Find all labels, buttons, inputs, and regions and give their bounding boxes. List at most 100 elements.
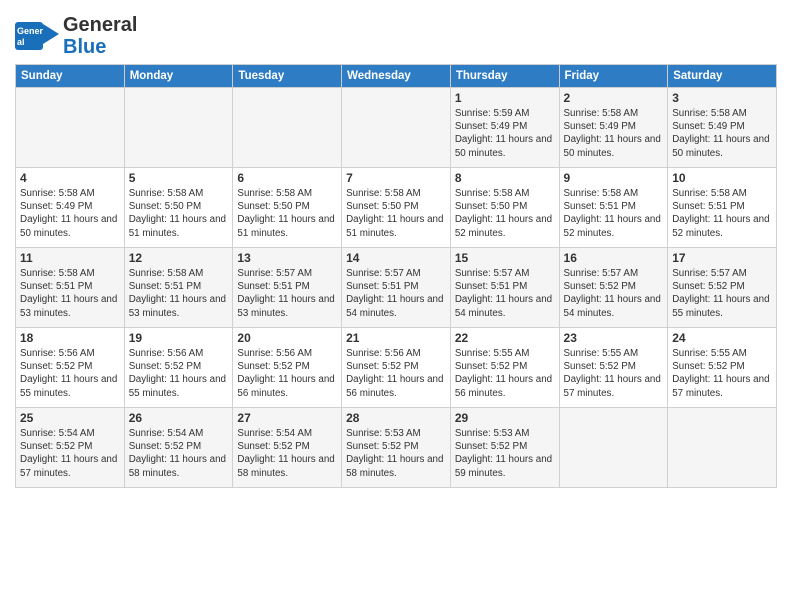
calendar-table: SundayMondayTuesdayWednesdayThursdayFrid… [15, 64, 777, 488]
day-number: 11 [20, 251, 120, 265]
day-number: 20 [237, 331, 337, 345]
calendar-cell: 16 Sunrise: 5:57 AMSunset: 5:52 PMDayligh… [559, 248, 668, 328]
svg-text:Gener: Gener [17, 26, 44, 36]
day-number: 15 [455, 251, 555, 265]
calendar-week-3: 11 Sunrise: 5:58 AMSunset: 5:51 PMDayligh… [16, 248, 777, 328]
weekday-header-monday: Monday [124, 65, 233, 88]
calendar-cell: 15 Sunrise: 5:57 AMSunset: 5:51 PMDayligh… [450, 248, 559, 328]
day-info: Sunrise: 5:56 AMSunset: 5:52 PMDaylight:… [129, 347, 229, 400]
day-number: 12 [129, 251, 229, 265]
day-number: 22 [455, 331, 555, 345]
day-info: Sunrise: 5:58 AMSunset: 5:50 PMDaylight:… [346, 187, 446, 240]
calendar-cell: 8 Sunrise: 5:58 AMSunset: 5:50 PMDaylight… [450, 168, 559, 248]
day-number: 9 [564, 171, 664, 185]
weekday-header-thursday: Thursday [450, 65, 559, 88]
day-number: 10 [672, 171, 772, 185]
day-number: 3 [672, 91, 772, 105]
calendar-week-5: 25 Sunrise: 5:54 AMSunset: 5:52 PMDayligh… [16, 408, 777, 488]
weekday-header-sunday: Sunday [16, 65, 125, 88]
day-info: Sunrise: 5:56 AMSunset: 5:52 PMDaylight:… [346, 347, 446, 400]
calendar-cell: 3Sunrise: 5:58 AMSunset: 5:49 PMDaylight… [668, 88, 777, 168]
day-info: Sunrise: 5:58 AMSunset: 5:51 PMDaylight:… [564, 187, 664, 240]
day-info: Sunrise: 5:58 AMSunset: 5:51 PMDaylight:… [20, 267, 120, 320]
day-info: Sunrise: 5:53 AMSunset: 5:52 PMDaylight:… [455, 427, 555, 480]
day-info: Sunrise: 5:58 AMSunset: 5:50 PMDaylight:… [237, 187, 337, 240]
day-info: Sunrise: 5:58 AMSunset: 5:51 PMDaylight:… [672, 187, 772, 240]
day-number: 25 [20, 411, 120, 425]
day-number: 17 [672, 251, 772, 265]
day-info: Sunrise: 5:57 AMSunset: 5:51 PMDaylight:… [346, 267, 446, 320]
calendar-cell: 9 Sunrise: 5:58 AMSunset: 5:51 PMDaylight… [559, 168, 668, 248]
calendar-cell: 18Sunrise: 5:56 AMSunset: 5:52 PMDayligh… [16, 328, 125, 408]
calendar-cell: 4Sunrise: 5:58 AMSunset: 5:49 PMDaylight… [16, 168, 125, 248]
calendar-cell: 6Sunrise: 5:58 AMSunset: 5:50 PMDaylight… [233, 168, 342, 248]
day-info: Sunrise: 5:55 AMSunset: 5:52 PMDaylight:… [672, 347, 772, 400]
calendar-week-1: 1 Sunrise: 5:59 AMSunset: 5:49 PMDaylight… [16, 88, 777, 168]
calendar-cell: 28 Sunrise: 5:53 AMSunset: 5:52 PMDayligh… [342, 408, 451, 488]
calendar-cell: 24 Sunrise: 5:55 AMSunset: 5:52 PMDayligh… [668, 328, 777, 408]
calendar-cell: 7 Sunrise: 5:58 AMSunset: 5:50 PMDaylight… [342, 168, 451, 248]
calendar-week-4: 18 Sunrise: 5:56 AMSunset: 5:52 PMDayligh… [16, 328, 777, 408]
calendar-cell: 13 Sunrise: 5:57 AMSunset: 5:51 PMDayligh… [233, 248, 342, 328]
day-number: 28 [346, 411, 446, 425]
day-info: Sunrise: 5:54 AMSunset: 5:52 PMDaylight:… [237, 427, 337, 480]
calendar-cell: 14 Sunrise: 5:57 AMSunset: 5:51 PMDayligh… [342, 248, 451, 328]
day-number: 19 [129, 331, 229, 345]
day-info: Sunrise: 5:58 AMSunset: 5:50 PMDaylight:… [455, 187, 555, 240]
weekday-header-friday: Friday [559, 65, 668, 88]
day-number: 23 [564, 331, 664, 345]
calendar-cell [559, 408, 668, 488]
calendar-cell: 26Sunrise: 5:54 AMSunset: 5:52 PMDayligh… [124, 408, 233, 488]
day-info: Sunrise: 5:57 AMSunset: 5:52 PMDaylight:… [672, 267, 772, 320]
day-info: Sunrise: 5:55 AMSunset: 5:52 PMDaylight:… [564, 347, 664, 400]
day-number: 18 [20, 331, 120, 345]
day-info: Sunrise: 5:58 AMSunset: 5:49 PMDaylight:… [20, 187, 120, 240]
day-info: Sunrise: 5:58 AMSunset: 5:49 PMDaylight:… [564, 107, 664, 160]
calendar-cell: 2Sunrise: 5:58 AMSunset: 5:49 PMDaylight… [559, 88, 668, 168]
day-info: Sunrise: 5:56 AMSunset: 5:52 PMDaylight:… [237, 347, 337, 400]
calendar-week-2: 4Sunrise: 5:58 AMSunset: 5:49 PMDaylight… [16, 168, 777, 248]
calendar-cell [124, 88, 233, 168]
day-info: Sunrise: 5:58 AMSunset: 5:51 PMDaylight:… [129, 267, 229, 320]
calendar-cell: 11 Sunrise: 5:58 AMSunset: 5:51 PMDayligh… [16, 248, 125, 328]
calendar-cell [233, 88, 342, 168]
weekday-header-saturday: Saturday [668, 65, 777, 88]
weekday-header-wednesday: Wednesday [342, 65, 451, 88]
calendar-cell: 25 Sunrise: 5:54 AMSunset: 5:52 PMDayligh… [16, 408, 125, 488]
day-info: Sunrise: 5:57 AMSunset: 5:51 PMDaylight:… [237, 267, 337, 320]
day-number: 24 [672, 331, 772, 345]
calendar-cell: 22Sunrise: 5:55 AMSunset: 5:52 PMDayligh… [450, 328, 559, 408]
day-number: 7 [346, 171, 446, 185]
day-number: 16 [564, 251, 664, 265]
day-info: Sunrise: 5:57 AMSunset: 5:51 PMDaylight:… [455, 267, 555, 320]
header: Gener al General Blue [15, 10, 777, 58]
calendar-cell: 17 Sunrise: 5:57 AMSunset: 5:52 PMDayligh… [668, 248, 777, 328]
day-number: 1 [455, 91, 555, 105]
calendar-cell: 5 Sunrise: 5:58 AMSunset: 5:50 PMDaylight… [124, 168, 233, 248]
calendar-cell: 21 Sunrise: 5:56 AMSunset: 5:52 PMDayligh… [342, 328, 451, 408]
calendar-cell: 27 Sunrise: 5:54 AMSunset: 5:52 PMDayligh… [233, 408, 342, 488]
calendar-cell: 20 Sunrise: 5:56 AMSunset: 5:52 PMDayligh… [233, 328, 342, 408]
day-info: Sunrise: 5:57 AMSunset: 5:52 PMDaylight:… [564, 267, 664, 320]
calendar-cell: 23 Sunrise: 5:55 AMSunset: 5:52 PMDayligh… [559, 328, 668, 408]
day-number: 8 [455, 171, 555, 185]
day-info: Sunrise: 5:59 AMSunset: 5:49 PMDaylight:… [455, 107, 555, 160]
day-info: Sunrise: 5:54 AMSunset: 5:52 PMDaylight:… [129, 427, 229, 480]
calendar-cell: 10 Sunrise: 5:58 AMSunset: 5:51 PMDayligh… [668, 168, 777, 248]
day-number: 29 [455, 411, 555, 425]
day-number: 14 [346, 251, 446, 265]
day-number: 13 [237, 251, 337, 265]
svg-text:al: al [17, 37, 25, 47]
day-info: Sunrise: 5:54 AMSunset: 5:52 PMDaylight:… [20, 427, 120, 480]
logo-general: General [63, 14, 137, 36]
calendar-cell [16, 88, 125, 168]
day-number: 21 [346, 331, 446, 345]
day-number: 5 [129, 171, 229, 185]
calendar-cell: 1 Sunrise: 5:59 AMSunset: 5:49 PMDaylight… [450, 88, 559, 168]
calendar-cell [668, 408, 777, 488]
logo-blue: Blue [63, 36, 137, 58]
day-info: Sunrise: 5:53 AMSunset: 5:52 PMDaylight:… [346, 427, 446, 480]
day-info: Sunrise: 5:58 AMSunset: 5:50 PMDaylight:… [129, 187, 229, 240]
calendar-cell [342, 88, 451, 168]
day-number: 27 [237, 411, 337, 425]
